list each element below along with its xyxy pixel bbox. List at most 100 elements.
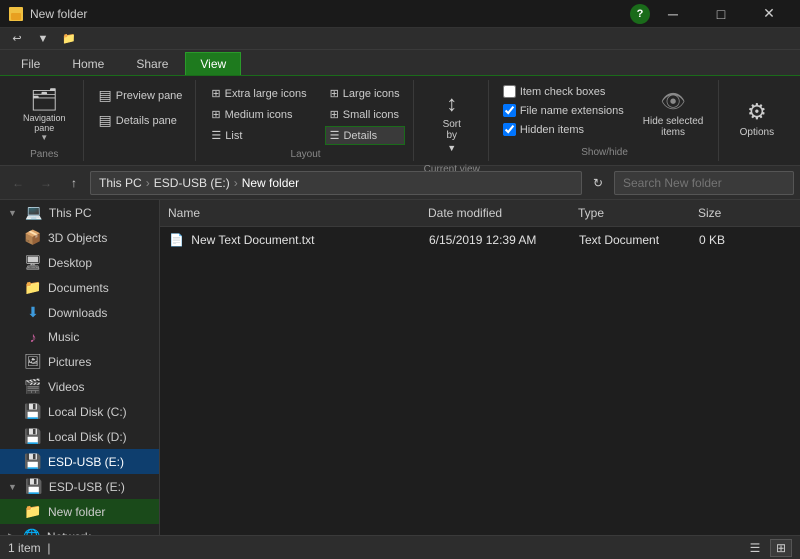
large-icons-button[interactable]: ⊞Large icons bbox=[325, 84, 405, 103]
col-header-name[interactable]: Name bbox=[160, 204, 420, 222]
qa-dropdown-button[interactable]: ▼ bbox=[32, 29, 54, 49]
sidebar-item-this-pc[interactable]: ▼ 💻 This PC bbox=[0, 200, 159, 225]
list-view-button[interactable]: ☰ bbox=[744, 539, 766, 557]
sidebar-item-network[interactable]: ▶ 🌐 Network bbox=[0, 524, 159, 535]
help-button[interactable]: ? bbox=[630, 4, 650, 24]
item-check-boxes-input[interactable] bbox=[503, 85, 516, 98]
nav-pane-content: 🗂 Navigationpane ▼ bbox=[14, 84, 75, 145]
details-button[interactable]: ☰Details bbox=[325, 126, 405, 145]
local-disk-c-icon: 💾 bbox=[24, 403, 42, 420]
path-segment-thispc[interactable]: This PC bbox=[99, 176, 142, 190]
medium-icons-button[interactable]: ⊞Medium icons bbox=[206, 105, 311, 124]
sidebar-item-documents[interactable]: 📁 Documents bbox=[0, 275, 159, 300]
hidden-items-checkbox[interactable]: Hidden items bbox=[499, 122, 628, 137]
address-path[interactable]: This PC › ESD-USB (E:) › New folder bbox=[90, 171, 582, 195]
tab-share[interactable]: Share bbox=[121, 52, 183, 75]
col-header-type[interactable]: Type bbox=[570, 204, 690, 222]
details-view-button[interactable]: ⊞ bbox=[770, 539, 792, 557]
status-views: ☰ ⊞ bbox=[744, 539, 792, 557]
sidebar-item-3d-objects[interactable]: 📦 3D Objects bbox=[0, 225, 159, 250]
file-name-cell: 📄 New Text Document.txt bbox=[161, 231, 421, 249]
expand-arrow-network: ▶ bbox=[8, 531, 15, 535]
minimize-button[interactable]: ─ bbox=[650, 0, 696, 28]
layout-col-2: ⊞Large icons ⊞Small icons ☰Details bbox=[325, 84, 405, 145]
tab-file[interactable]: File bbox=[6, 52, 55, 75]
sidebar-item-local-disk-d[interactable]: 💾 Local Disk (D:) bbox=[0, 424, 159, 449]
address-bar: ← → ↑ This PC › ESD-USB (E:) › New folde… bbox=[0, 166, 800, 200]
quick-access-toolbar: ↩ ▼ 📁 bbox=[0, 28, 800, 50]
checkboxes-container: Item check boxes File name extensions Hi… bbox=[499, 84, 628, 137]
file-list: 📄 New Text Document.txt 6/15/2019 12:39 … bbox=[160, 227, 800, 535]
window-controls: ─ □ ✕ bbox=[650, 0, 792, 28]
ribbon-group-layout: ⊞Extra large icons ⊞Medium icons ☰List ⊞… bbox=[198, 80, 413, 161]
extra-large-icons-button[interactable]: ⊞Extra large icons bbox=[206, 84, 311, 103]
refresh-button[interactable]: ↻ bbox=[586, 171, 610, 195]
item-check-boxes-checkbox[interactable]: Item check boxes bbox=[499, 84, 628, 99]
tab-view[interactable]: View bbox=[185, 52, 241, 75]
local-disk-d-icon: 💾 bbox=[24, 428, 42, 445]
esd-usb-icon: 💾 bbox=[24, 453, 42, 470]
preview-pane-button[interactable]: ▤ Preview pane bbox=[94, 84, 188, 107]
sidebar-item-videos[interactable]: 🎬 Videos bbox=[0, 374, 159, 399]
tab-home[interactable]: Home bbox=[57, 52, 119, 75]
options-button[interactable]: ⚙ Options bbox=[729, 94, 784, 143]
details-pane-button[interactable]: ▤ Details pane bbox=[94, 109, 182, 132]
small-icons-button[interactable]: ⊞Small icons bbox=[325, 105, 405, 124]
network-icon: 🌐 bbox=[23, 528, 41, 535]
path-segment-esdusbdrive[interactable]: ESD-USB (E:) bbox=[154, 176, 230, 190]
ribbon-group-options: ⚙ Options bbox=[721, 80, 792, 161]
sort-content: ↕ Sort by ▼ bbox=[432, 84, 472, 160]
up-button[interactable]: ↑ bbox=[62, 171, 86, 195]
window-icon bbox=[8, 6, 24, 22]
qa-back-button[interactable]: ↩ bbox=[6, 29, 28, 49]
pictures-icon: 🖼 bbox=[24, 353, 42, 370]
layout-content: ⊞Extra large icons ⊞Medium icons ☰List ⊞… bbox=[206, 84, 404, 145]
sidebar-item-downloads[interactable]: ⬇ Downloads bbox=[0, 300, 159, 325]
ribbon-group-nav-pane: 🗂 Navigationpane ▼ Panes bbox=[6, 80, 84, 161]
hide-selected-button[interactable]: 👁 Hide selected items bbox=[636, 84, 711, 143]
file-name-extensions-input[interactable] bbox=[503, 104, 516, 117]
sidebar-item-esd-usb-tree[interactable]: ▼ 💾 ESD-USB (E:) bbox=[0, 474, 159, 499]
path-segment-newfolder[interactable]: New folder bbox=[242, 176, 299, 190]
sidebar-item-new-folder[interactable]: 📁 New folder bbox=[0, 499, 159, 524]
list-button[interactable]: ☰List bbox=[206, 126, 311, 145]
downloads-icon: ⬇ bbox=[24, 304, 42, 321]
table-row[interactable]: 📄 New Text Document.txt 6/15/2019 12:39 … bbox=[160, 227, 800, 253]
sidebar-item-pictures[interactable]: 🖼 Pictures bbox=[0, 349, 159, 374]
col-header-size[interactable]: Size bbox=[690, 204, 770, 222]
maximize-button[interactable]: □ bbox=[698, 0, 744, 28]
search-input[interactable] bbox=[614, 171, 794, 195]
panes-label: Panes bbox=[30, 149, 58, 160]
ribbon-group-panes: ▤ Preview pane ▤ Details pane bbox=[86, 80, 197, 161]
sidebar-item-esd-usb[interactable]: 💾 ESD-USB (E:) bbox=[0, 449, 159, 474]
layout-label: Layout bbox=[291, 149, 321, 160]
file-area: Name Date modified Type Size 📄 New Text … bbox=[160, 200, 800, 535]
file-name-extensions-checkbox[interactable]: File name extensions bbox=[499, 103, 628, 118]
new-folder-icon: 📁 bbox=[24, 503, 42, 520]
forward-button[interactable]: → bbox=[34, 171, 58, 195]
expand-arrow-this-pc: ▼ bbox=[8, 208, 17, 218]
close-button[interactable]: ✕ bbox=[746, 0, 792, 28]
hidden-items-input[interactable] bbox=[503, 123, 516, 136]
window-title: New folder bbox=[30, 7, 630, 21]
sidebar-item-local-disk-c[interactable]: 💾 Local Disk (C:) bbox=[0, 399, 159, 424]
documents-icon: 📁 bbox=[24, 279, 42, 296]
file-type-cell: Text Document bbox=[571, 231, 691, 249]
qa-new-folder-button[interactable]: 📁 bbox=[58, 29, 80, 49]
desktop-icon: 🖥 bbox=[24, 254, 42, 271]
file-icon: 📄 bbox=[169, 233, 184, 247]
sidebar-item-desktop[interactable]: 🖥 Desktop bbox=[0, 250, 159, 275]
navigation-pane-button[interactable]: 🗂 Navigationpane ▼ bbox=[14, 84, 75, 145]
esd-usb-tree-icon: 💾 bbox=[25, 478, 43, 495]
videos-icon: 🎬 bbox=[24, 378, 42, 395]
ribbon-group-show-hide: Item check boxes File name extensions Hi… bbox=[491, 80, 720, 161]
sort-by-button[interactable]: ↕ Sort by ▼ bbox=[432, 84, 472, 160]
sidebar-item-music[interactable]: ♪ Music bbox=[0, 325, 159, 349]
layout-col-1: ⊞Extra large icons ⊞Medium icons ☰List bbox=[206, 84, 311, 145]
sidebar: ▼ 💻 This PC 📦 3D Objects 🖥 Desktop 📁 Doc… bbox=[0, 200, 160, 535]
main-area: ▼ 💻 This PC 📦 3D Objects 🖥 Desktop 📁 Doc… bbox=[0, 200, 800, 535]
file-modified-cell: 6/15/2019 12:39 AM bbox=[421, 231, 571, 249]
status-text: 1 item | bbox=[8, 541, 50, 555]
back-button[interactable]: ← bbox=[6, 171, 30, 195]
col-header-modified[interactable]: Date modified bbox=[420, 204, 570, 222]
